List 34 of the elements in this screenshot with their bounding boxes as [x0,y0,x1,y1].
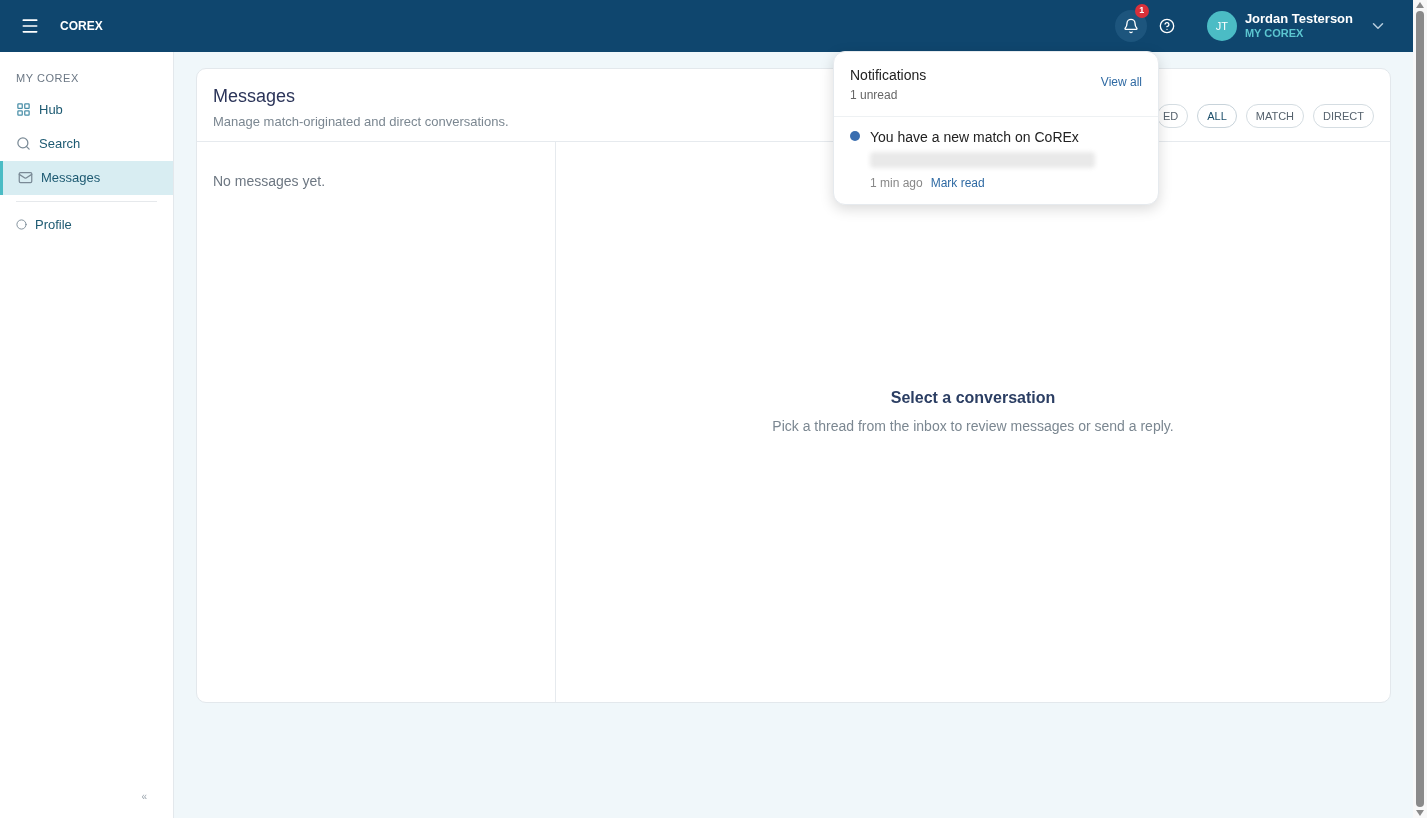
menu-icon [20,16,40,36]
help-button[interactable] [1158,18,1175,34]
circle-icon [16,219,27,230]
notification-count: 1 [1134,4,1149,18]
scrollbar-thumb[interactable] [1416,11,1424,807]
empty-list-text: No messages yet. [213,173,326,189]
menu-button[interactable] [20,16,40,36]
scroll-down-arrow-icon[interactable] [1416,810,1424,816]
sidebar-item[interactable]: Profile [0,207,173,242]
popup-title: Notifications [850,66,927,85]
sidebar-item[interactable]: Hub [0,92,173,127]
notification-time: 1 min ago [870,175,923,192]
scroll-up-arrow-icon[interactable] [1416,2,1424,8]
user-avatar: JT [1206,11,1237,41]
bell-icon [1122,18,1139,34]
search-icon [16,136,31,151]
sidebar-section-title: MY COREX [15,71,80,86]
brand-name: COREX [60,18,103,35]
unread-count: 1 unread [850,87,899,104]
page-subtitle: Manage match-originated and direct conversations. [213,113,509,131]
empty-state-text: Pick a thread from the inbox to review messages or send a reply. [772,416,1174,436]
sidebar-item[interactable]: Messages [0,160,173,195]
mark-read-link[interactable]: Mark read [930,174,985,192]
page-title: Messages [213,85,297,108]
envelope-icon [18,170,33,185]
grid-icon [16,102,31,117]
view-all-link[interactable]: View all [1100,73,1142,91]
user-name: Jordan Testerson [1244,12,1353,26]
help-icon [1158,18,1175,34]
sidebar-item[interactable]: Search [0,126,173,161]
user-subtitle: MY COREX [1244,26,1305,40]
scrollbar[interactable] [1413,0,1427,818]
notification-title: You have a new match on CoREx [870,128,1080,147]
empty-state-title: Select a conversation [890,387,1056,408]
